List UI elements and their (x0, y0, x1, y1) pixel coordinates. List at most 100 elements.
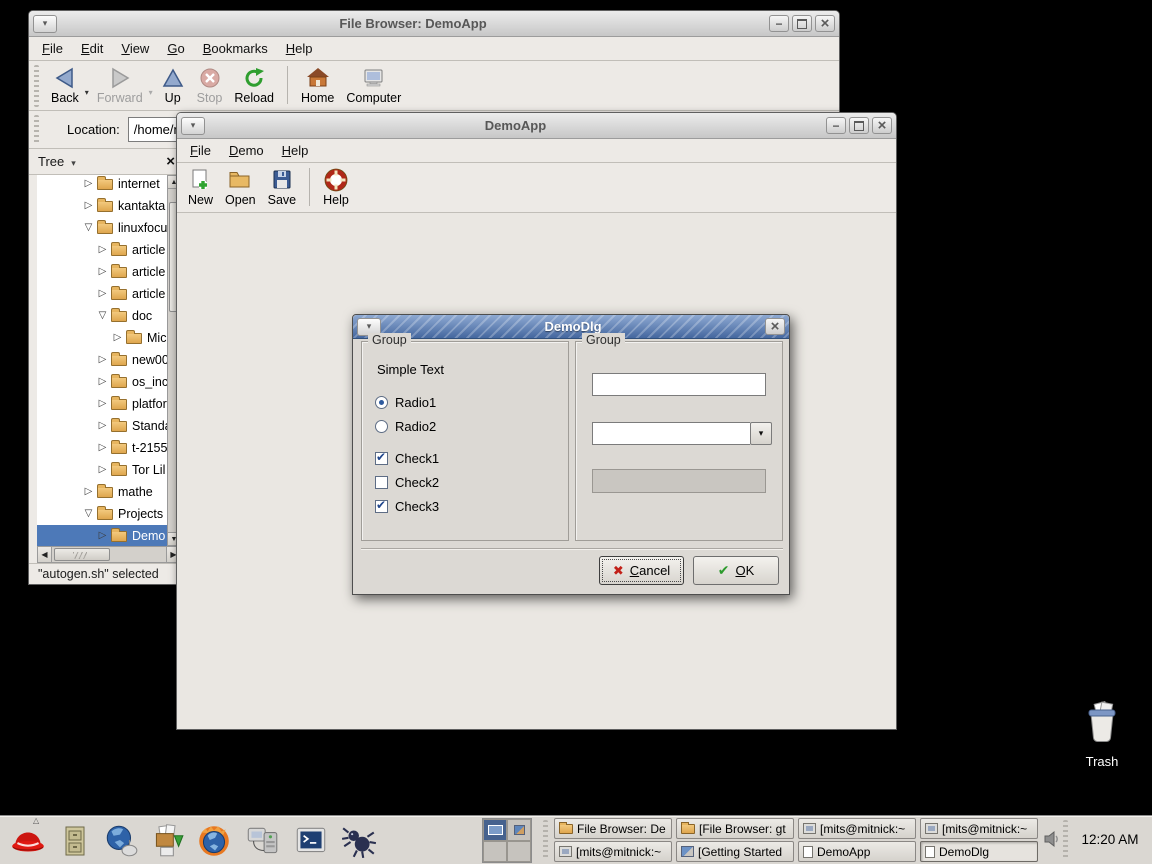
bug-reporter-launcher[interactable] (337, 819, 381, 863)
tree-item[interactable]: article (37, 261, 167, 283)
save-button[interactable]: Save (262, 166, 303, 207)
text-entry[interactable] (592, 373, 766, 396)
tree-item[interactable]: new00 (37, 349, 167, 371)
expander-icon[interactable] (96, 355, 109, 365)
taskbar-window-demodlg[interactable]: DemoDlg (920, 841, 1038, 862)
menu-file[interactable]: File (181, 141, 220, 160)
expander-icon[interactable] (96, 377, 109, 387)
combo-dropdown-icon[interactable] (750, 422, 772, 445)
cancel-button[interactable]: Cancel (599, 556, 684, 585)
radio-checked-icon[interactable] (375, 396, 388, 409)
tree-item[interactable]: platfor (37, 393, 167, 415)
taskbar-window-terminal-1[interactable]: [mits@mitnick:~ (798, 818, 916, 839)
combo-box[interactable] (592, 422, 772, 445)
window-menu-button[interactable] (181, 117, 205, 135)
expander-icon[interactable] (96, 245, 109, 255)
minimize-button[interactable] (826, 117, 846, 134)
back-button[interactable]: Back (45, 64, 85, 105)
expander-icon[interactable] (82, 201, 95, 211)
checkbox-unchecked-icon[interactable] (375, 476, 388, 489)
menu-bookmarks[interactable]: Bookmarks (194, 39, 277, 58)
file-manager-launcher[interactable] (53, 819, 97, 863)
web-browser-launcher[interactable] (99, 819, 143, 863)
taskbar-window-getting-started[interactable]: [Getting Started (676, 841, 794, 862)
workspace-1-active[interactable] (483, 819, 507, 841)
sidebar-pane-selector[interactable]: Tree (38, 154, 76, 169)
scroll-left-icon[interactable]: ◀ (38, 547, 52, 562)
horizontal-scroll-thumb[interactable] (54, 548, 110, 561)
workspace-2[interactable] (507, 819, 531, 841)
expander-icon[interactable] (96, 267, 109, 277)
check2[interactable]: Check2 (375, 475, 439, 490)
tree-pane[interactable]: internet kantakta linuxfocu article arti… (37, 175, 167, 546)
home-button[interactable]: Home (295, 64, 340, 105)
main-menu-launcher[interactable] (6, 819, 50, 863)
workspace-3[interactable] (483, 841, 507, 863)
taskbar-window-terminal-3[interactable]: [mits@mitnick:~ (554, 841, 672, 862)
radio-unchecked-icon[interactable] (375, 420, 388, 433)
expander-icon[interactable] (96, 289, 109, 299)
location-drag-handle[interactable] (34, 115, 39, 145)
window-menu-button[interactable] (33, 15, 57, 33)
check1[interactable]: Check1 (375, 451, 439, 466)
tree-item[interactable]: Tor Lil (37, 459, 167, 481)
expander-icon[interactable] (96, 465, 109, 475)
expander-icon[interactable] (82, 179, 95, 189)
menu-file[interactable]: File (33, 39, 72, 58)
combo-entry[interactable] (592, 422, 750, 445)
menu-view[interactable]: View (112, 39, 158, 58)
menu-help[interactable]: Help (277, 39, 322, 58)
reload-button[interactable]: Reload (228, 64, 280, 105)
menu-go[interactable]: Go (158, 39, 193, 58)
tree-item[interactable]: kantakta (37, 195, 167, 217)
ok-button[interactable]: OK (693, 556, 779, 585)
taskbar-window-file-browser[interactable]: File Browser: De (554, 818, 672, 839)
tree-horizontal-scrollbar[interactable]: ◀ ▶ (37, 546, 181, 563)
expander-icon[interactable] (96, 443, 109, 453)
expander-icon[interactable] (82, 509, 95, 519)
taskbar-window-demoapp[interactable]: DemoApp (798, 841, 916, 862)
expander-icon[interactable] (82, 487, 95, 497)
tree-item[interactable]: doc (37, 305, 167, 327)
tree-item[interactable]: article (37, 239, 167, 261)
forward-dropdown-icon[interactable]: ▾ (149, 88, 153, 97)
menu-demo[interactable]: Demo (220, 141, 273, 160)
demoapp-titlebar[interactable]: DemoApp (177, 113, 896, 139)
close-button[interactable] (872, 117, 892, 134)
close-button[interactable] (765, 318, 785, 335)
forward-button[interactable]: Forward (91, 64, 149, 105)
web-browser-2-launcher[interactable] (192, 819, 236, 863)
maximize-button[interactable] (849, 117, 869, 134)
taskbar-window-file-browser-2[interactable]: [File Browser: gt (676, 818, 794, 839)
menu-help[interactable]: Help (273, 141, 318, 160)
expander-icon[interactable] (96, 421, 109, 431)
tree-item[interactable]: t-2155 (37, 437, 167, 459)
package-manager-launcher[interactable] (145, 819, 189, 863)
expander-icon[interactable] (96, 311, 109, 321)
back-dropdown-icon[interactable]: ▾ (85, 88, 89, 97)
tree-item[interactable]: mathe (37, 481, 167, 503)
volume-applet[interactable] (1042, 829, 1062, 854)
close-button[interactable] (815, 15, 835, 32)
hardware-config-launcher[interactable] (240, 819, 284, 863)
tree-item[interactable]: Projects (37, 503, 167, 525)
maximize-button[interactable] (792, 15, 812, 32)
radio1[interactable]: Radio1 (375, 395, 436, 410)
minimize-button[interactable] (769, 15, 789, 32)
tree-item[interactable]: internet (37, 175, 167, 195)
expander-icon[interactable] (96, 399, 109, 409)
help-button[interactable]: Help (317, 166, 355, 207)
tree-item[interactable]: Mic (37, 327, 167, 349)
terminal-launcher[interactable] (289, 819, 333, 863)
window-list-drag-handle[interactable] (543, 820, 548, 860)
open-button[interactable]: Open (219, 166, 262, 207)
clock-drag-handle[interactable] (1063, 820, 1068, 860)
file-browser-titlebar[interactable]: File Browser: DemoApp (29, 11, 839, 37)
tree-item[interactable]: article (37, 283, 167, 305)
toolbar-drag-handle[interactable] (34, 65, 39, 107)
sidebar-close-icon[interactable]: × (166, 154, 175, 169)
stop-button[interactable]: Stop (191, 64, 229, 105)
expander-icon[interactable] (96, 531, 109, 541)
expander-icon[interactable] (111, 333, 124, 343)
checkbox-checked-icon[interactable] (375, 452, 388, 465)
